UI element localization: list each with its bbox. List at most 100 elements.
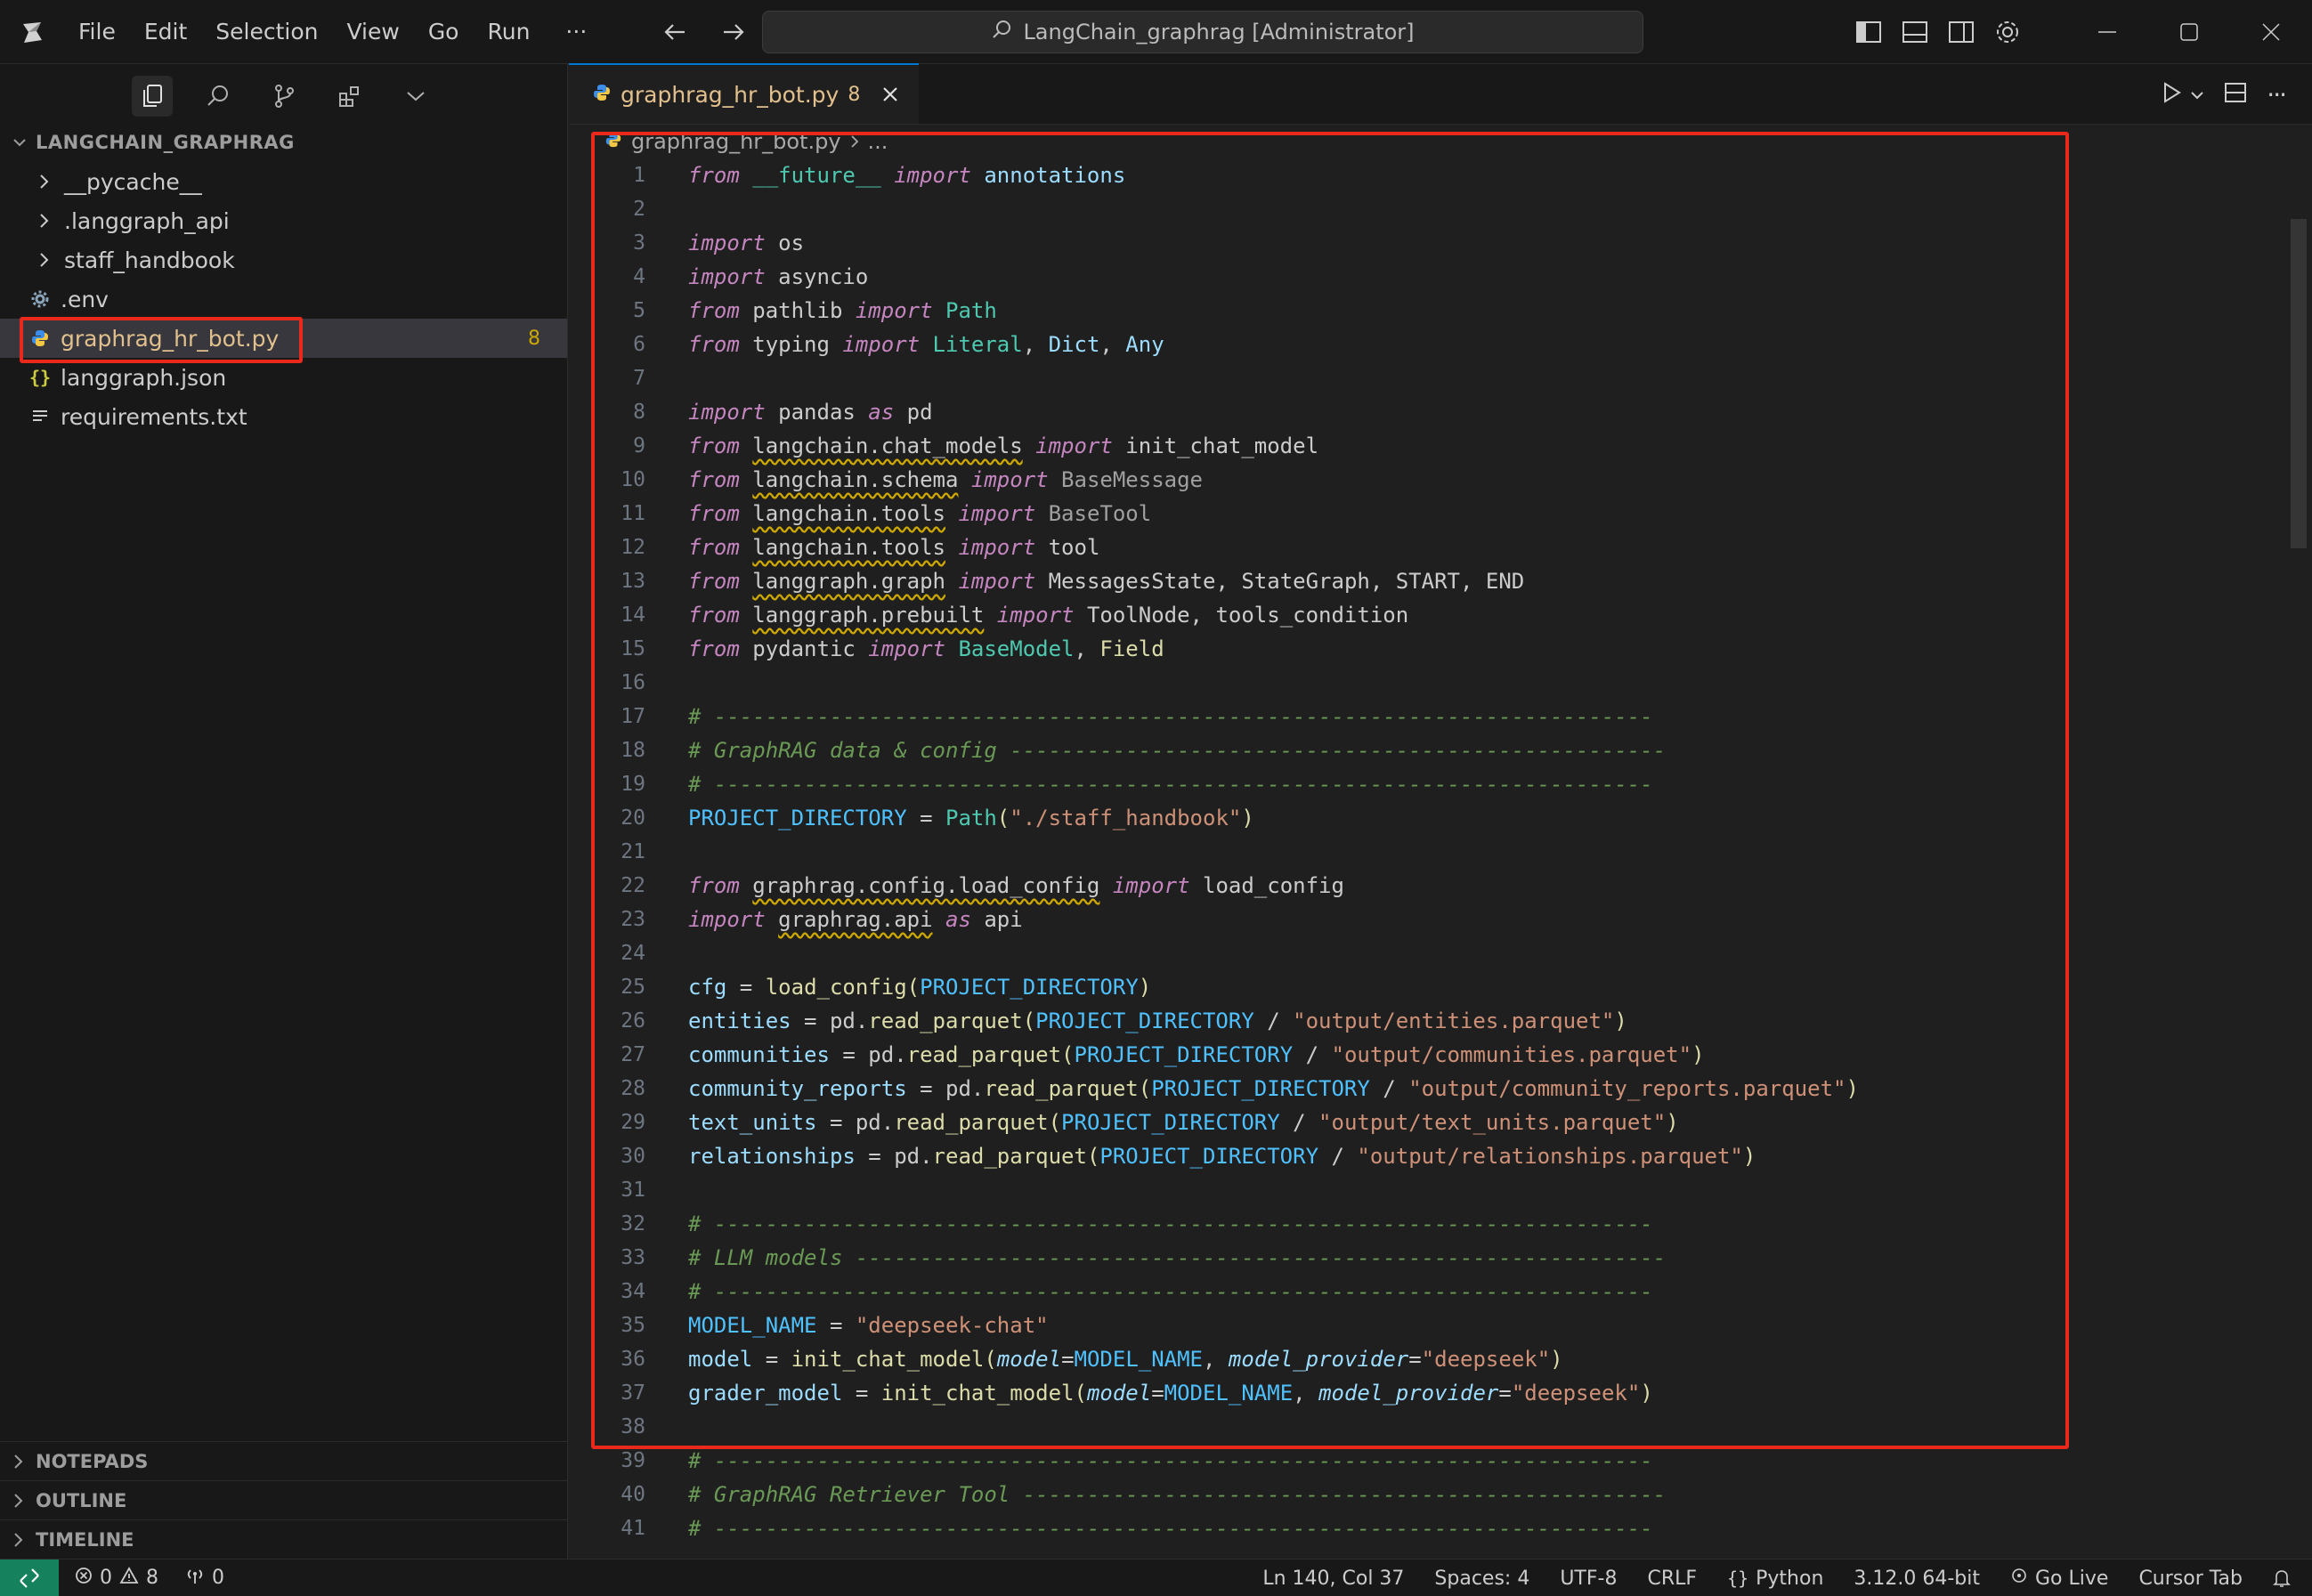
line-number: 15 <box>621 637 645 660</box>
tree-folder-staff-handbook[interactable]: staff_handbook <box>0 240 567 280</box>
tab-title: graphrag_hr_bot.py <box>621 81 840 108</box>
code-line: 21 <box>569 835 2312 869</box>
line-number: 17 <box>621 705 645 728</box>
line-number: 35 <box>621 1314 645 1337</box>
toggle-secondary-sidebar-icon[interactable] <box>1938 0 1984 64</box>
menu-selection[interactable]: Selection <box>201 0 332 64</box>
python-icon <box>27 328 53 348</box>
breadcrumb-file[interactable]: graphrag_hr_bot.py <box>631 129 841 154</box>
tree-file-requirements[interactable]: requirements.txt <box>0 397 567 436</box>
section-label: NOTEPADS <box>36 1450 149 1472</box>
encoding[interactable]: UTF-8 <box>1560 1568 1617 1590</box>
chevron-right-icon <box>30 174 57 190</box>
breadcrumb-symbols[interactable]: ... <box>868 129 888 154</box>
section-timeline[interactable]: TIMELINE <box>0 1519 568 1559</box>
problems-status[interactable]: 0 8 <box>75 1566 158 1590</box>
line-number: 21 <box>621 840 645 863</box>
chevron-right-icon <box>30 252 57 268</box>
code-line: 14 from langgraph.prebuilt import ToolNod… <box>569 598 2312 632</box>
line-number: 32 <box>621 1212 645 1235</box>
workspace-header[interactable]: LANGCHAIN_GRAPHRAG <box>0 123 567 162</box>
end-of-line[interactable]: CRLF <box>1647 1568 1697 1590</box>
tree-file-langgraph-json[interactable]: {} langgraph.json <box>0 358 567 397</box>
python-icon <box>592 82 612 108</box>
chevron-down-icon <box>12 137 36 148</box>
python-icon <box>604 129 622 154</box>
code-line: 28 community_reports = pd.read_parquet(PR… <box>569 1072 2312 1106</box>
status-bar: 0 8 0 Ln 140, Col 37 Spaces: 4 UTF-8 CRL… <box>0 1559 2312 1596</box>
python-interpreter[interactable]: 3.12.0 64-bit <box>1854 1568 1980 1590</box>
ports-status[interactable]: 0 <box>185 1567 224 1590</box>
scrollbar-thumb[interactable] <box>2291 219 2307 548</box>
antenna-icon <box>185 1567 205 1590</box>
line-number: 8 <box>633 401 645 424</box>
section-outline[interactable]: OUTLINE <box>0 1480 568 1519</box>
code-line: 15 from pydantic import BaseModel, Field <box>569 632 2312 666</box>
forward-arrow-icon[interactable] <box>718 16 750 48</box>
line-number: 19 <box>621 773 645 796</box>
split-editor-icon[interactable] <box>2224 81 2247 108</box>
menu-edit[interactable]: Edit <box>130 0 201 64</box>
toggle-panel-icon[interactable] <box>1892 0 1938 64</box>
explorer-files-icon[interactable] <box>131 76 173 117</box>
section-notepads[interactable]: NOTEPADS <box>0 1441 568 1480</box>
menu-more[interactable]: ··· <box>544 0 601 64</box>
maximize-icon[interactable] <box>2148 0 2230 64</box>
line-number: 6 <box>633 333 645 356</box>
code-line: 2 <box>569 192 2312 226</box>
code-line: 35 MODEL_NAME = "deepseek-chat" <box>569 1308 2312 1342</box>
chevron-right-icon <box>12 1493 36 1509</box>
json-icon: {} <box>28 367 52 388</box>
close-window-icon[interactable] <box>2230 0 2312 64</box>
remote-indicator-icon[interactable] <box>0 1559 59 1596</box>
menu-run[interactable]: Run <box>473 0 544 64</box>
search-icon[interactable] <box>198 76 239 117</box>
vertical-scrollbar[interactable] <box>2287 219 2312 1554</box>
menu-view[interactable]: View <box>332 0 413 64</box>
chevron-down-icon[interactable] <box>2190 86 2204 103</box>
line-number: 28 <box>621 1077 645 1100</box>
menu-go[interactable]: Go <box>414 0 474 64</box>
line-number: 7 <box>633 367 645 390</box>
indentation[interactable]: Spaces: 4 <box>1434 1568 1529 1590</box>
tree-file-env[interactable]: .env <box>0 280 567 319</box>
tree-item-label: staff_handbook <box>64 247 235 273</box>
back-arrow-icon[interactable] <box>659 16 691 48</box>
run-play-icon[interactable] <box>2160 81 2183 108</box>
code-line: 18 # GraphRAG data & config -------------… <box>569 733 2312 767</box>
close-icon[interactable] <box>881 85 899 103</box>
chevron-down-icon[interactable] <box>395 76 436 117</box>
language-mode[interactable]: {} Python <box>1727 1568 1823 1590</box>
tree-file-graphrag-hr-bot[interactable]: graphrag_hr_bot.py 8 <box>0 319 567 358</box>
extensions-icon[interactable] <box>329 76 370 117</box>
more-actions-icon[interactable]: ··· <box>2267 80 2287 109</box>
line-number: 12 <box>621 536 645 559</box>
editor-area: graphrag_hr_bot.py 8 ··· graphrag_hr_bot… <box>569 63 2312 1559</box>
tree-folder-pycache[interactable]: __pycache__ <box>0 162 567 201</box>
code-line: 29 text_units = pd.read_parquet(PROJECT_D… <box>569 1106 2312 1139</box>
bell-icon[interactable] <box>2273 1568 2291 1588</box>
code-line: 32 # ------------------------------------… <box>569 1207 2312 1241</box>
command-center-search[interactable]: LangChain_graphrag [Administrator] <box>762 11 1643 53</box>
menu-file[interactable]: File <box>64 0 130 64</box>
cursor-tab[interactable]: Cursor Tab <box>2138 1568 2243 1590</box>
toggle-primary-sidebar-icon[interactable] <box>1846 0 1892 64</box>
code-line: 19 # ------------------------------------… <box>569 767 2312 801</box>
title-bar: File Edit Selection View Go Run ··· Lang… <box>0 0 2312 64</box>
settings-gear-icon[interactable] <box>1984 0 2031 64</box>
go-live-label: Go Live <box>2035 1567 2109 1590</box>
code-editor[interactable]: 1 from __future__ import annotations 2 3i… <box>569 158 2312 1545</box>
code-line: 31 <box>569 1173 2312 1207</box>
error-icon <box>75 1567 93 1590</box>
source-control-icon[interactable] <box>264 76 304 117</box>
code-line: 10 from langchain.schema import BaseMessa… <box>569 463 2312 497</box>
cursor-position[interactable]: Ln 140, Col 37 <box>1262 1568 1404 1590</box>
go-live-button[interactable]: Go Live <box>2010 1567 2108 1590</box>
code-line: 7 <box>569 361 2312 395</box>
chevron-right-icon <box>12 1532 36 1548</box>
tree-folder-langgraph-api[interactable]: .langgraph_api <box>0 201 567 240</box>
tab-graphrag-hr-bot[interactable]: graphrag_hr_bot.py 8 <box>569 63 920 124</box>
tab-problems-count: 8 <box>848 83 861 106</box>
minimize-icon[interactable] <box>2066 0 2148 64</box>
code-line: 13 from langgraph.graph import MessagesSt… <box>569 564 2312 598</box>
